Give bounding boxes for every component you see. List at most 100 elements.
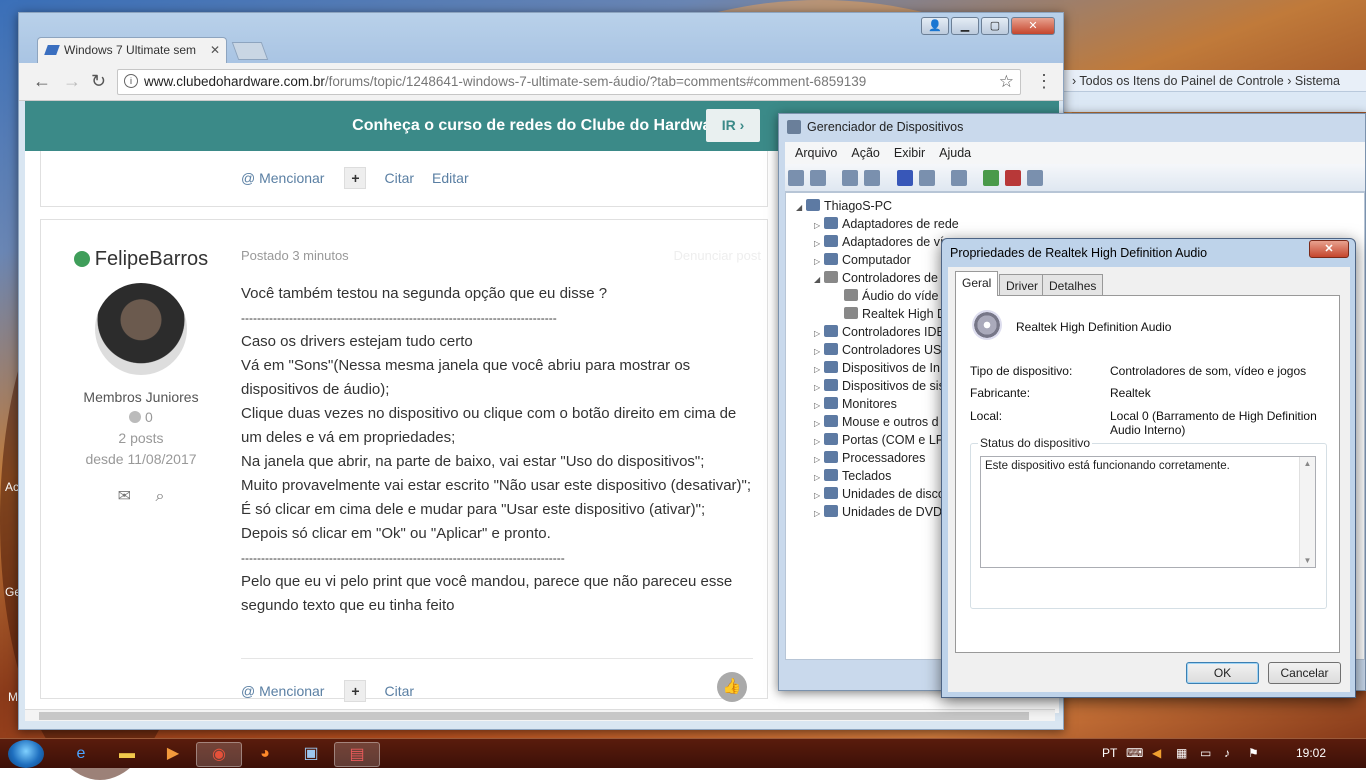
tree-node[interactable]: ▷ Computador [814,253,911,267]
minimize-button[interactable]: ▁ [951,17,979,35]
tree-node[interactable]: ▷ Adaptadores de ví [814,235,943,249]
keyboard-icon[interactable]: ⌨ [1126,746,1143,760]
menu-view[interactable]: Exibir [894,146,925,160]
cancel-button[interactable]: Cancelar [1268,662,1341,684]
tree-node[interactable]: ▷ Processadores [814,451,925,465]
edit-link[interactable]: Editar [432,170,469,186]
scrollbar-thumb[interactable] [39,712,1029,720]
quote-link[interactable]: Citar [384,170,414,186]
volume-icon[interactable]: ♪ [1224,746,1230,760]
volume-warning-icon[interactable]: ◀ [1152,746,1161,760]
status-group-label: Status do dispositivo [978,436,1093,450]
close-button[interactable]: ✕ [1011,17,1055,35]
tree-node[interactable]: ▷ Unidades de disco [814,487,945,501]
location-label: Local: [970,409,1003,423]
clock[interactable]: 19:02 [1296,746,1326,760]
firefox-icon[interactable]: ◕ [242,742,288,767]
quote-link[interactable]: Citar [384,683,414,699]
scan-hardware-icon[interactable] [951,170,968,186]
breadcrumb-system[interactable]: Sistema [1295,74,1340,88]
maximize-button[interactable]: ▢ [981,17,1009,35]
close-button[interactable]: ✕ [1309,240,1349,258]
back-icon[interactable] [788,170,804,186]
explorer-icon[interactable]: ▬ [104,742,150,767]
address-bar[interactable]: i www.clubedohardware.com.br/forums/topi… [117,69,1021,95]
forward-button[interactable]: → [63,71,81,92]
status-textbox[interactable]: Este dispositivo está funcionando corret… [980,456,1316,568]
search-icon[interactable]: ⌕ [155,488,164,505]
tree-node[interactable]: Áudio do víde [844,289,938,303]
tree-node[interactable]: ▷ Dispositivos de sis [814,379,945,393]
menu-file[interactable]: Arquivo [795,146,837,160]
reload-button[interactable]: ↻ [91,71,106,92]
chrome-icon[interactable]: ◉ [196,742,242,767]
status-scrollbar[interactable]: ▲ ▼ [1299,457,1315,567]
tree-node[interactable]: ◢ Controladores de [814,271,938,285]
monitor-icon[interactable]: ▭ [1200,746,1211,760]
type-value: Controladores de som, vídeo e jogos [1110,364,1307,378]
plus-button[interactable]: + [344,680,367,702]
tree-node[interactable]: Realtek High D [844,307,946,321]
report-link[interactable]: Denunciar post [674,244,761,268]
tree-node[interactable]: ▷ Monitores [814,397,897,411]
back-button[interactable]: ← [33,71,51,92]
ok-button[interactable]: OK [1186,662,1259,684]
tab-general[interactable]: Geral [955,271,999,296]
tree-node[interactable]: ▷ Portas (COM e LP [814,433,944,447]
mention-link[interactable]: @ Mencionar [241,683,324,699]
desktop-label[interactable]: M [8,690,18,704]
tree-node[interactable]: ▷ Controladores US [814,343,941,357]
browser-tab[interactable]: Windows 7 Ultimate sem ✕ [37,37,227,63]
breadcrumb-control-panel[interactable]: Todos os Itens do Painel de Controle [1079,74,1283,88]
view-icon[interactable] [918,170,935,186]
forward-icon[interactable] [810,170,826,186]
media-player-icon[interactable]: ▶ [150,742,196,767]
toolbar [785,164,1365,192]
author-name[interactable]: FelipeBarros [95,248,208,270]
avatar[interactable] [95,283,187,375]
menu-help[interactable]: Ajuda [939,146,971,160]
uninstall-icon[interactable] [1005,170,1022,186]
enable-icon[interactable] [1027,170,1044,186]
mention-link[interactable]: @ Mencionar [241,170,324,186]
tree-node[interactable]: ▷ Teclados [814,469,891,483]
maker-label: Fabricante: [970,386,1031,400]
language-indicator[interactable]: PT [1102,746,1117,760]
tree-root[interactable]: ◢ ThiagoS-PC [796,199,892,213]
tree-icon[interactable] [842,170,859,186]
collapse-icon[interactable]: ◢ [796,203,806,212]
help-icon[interactable] [896,170,913,186]
tree-node[interactable]: ▷ Unidades de DVD [814,505,942,519]
plus-button[interactable]: + [344,167,367,189]
like-icon[interactable]: 👍 [717,672,747,702]
new-tab-button[interactable] [231,42,269,60]
browser-toolbar: ← → ↻ i www.clubedohardware.com.br/forum… [19,63,1063,101]
update-driver-icon[interactable] [983,170,1000,186]
member-since: desde 11/08/2017 [85,451,197,467]
horizontal-scrollbar[interactable] [25,709,1055,721]
network-icon[interactable]: ▦ [1176,746,1187,760]
menu-button[interactable]: ⋮ [1035,71,1053,92]
tab-driver[interactable]: Driver [999,274,1045,296]
ie-icon[interactable]: e [58,742,104,767]
tree-node[interactable]: ▷ Controladores IDE [814,325,945,339]
post-content: Postado 3 minutos Denunciar post Você tam… [241,244,761,618]
tab-close-icon[interactable]: ✕ [210,43,220,57]
menu-action[interactable]: Ação [851,146,880,160]
tab-details[interactable]: Detalhes [1042,274,1104,296]
app-taskbar-icon[interactable]: ▤ [334,742,380,767]
desktop-label[interactable]: Ac [5,480,19,494]
bookmark-star-icon[interactable]: ☆ [998,72,1014,92]
tree-node[interactable]: ▷ Mouse e outros d [814,415,939,429]
sound-icon [824,271,838,283]
banner-button[interactable]: IR › [706,109,760,142]
info-icon[interactable]: i [124,74,138,88]
tree-node[interactable]: ▷ Adaptadores de rede [814,217,959,231]
properties-icon[interactable] [864,170,881,186]
flag-icon[interactable]: ⚑ [1248,746,1259,760]
device-manager-taskbar-icon[interactable]: ▣ [288,742,334,767]
start-button[interactable] [8,740,44,768]
user-icon[interactable]: 👤 [921,17,949,35]
tree-node[interactable]: ▷ Dispositivos de In [814,361,940,375]
message-icon[interactable]: ✉ [118,488,131,505]
